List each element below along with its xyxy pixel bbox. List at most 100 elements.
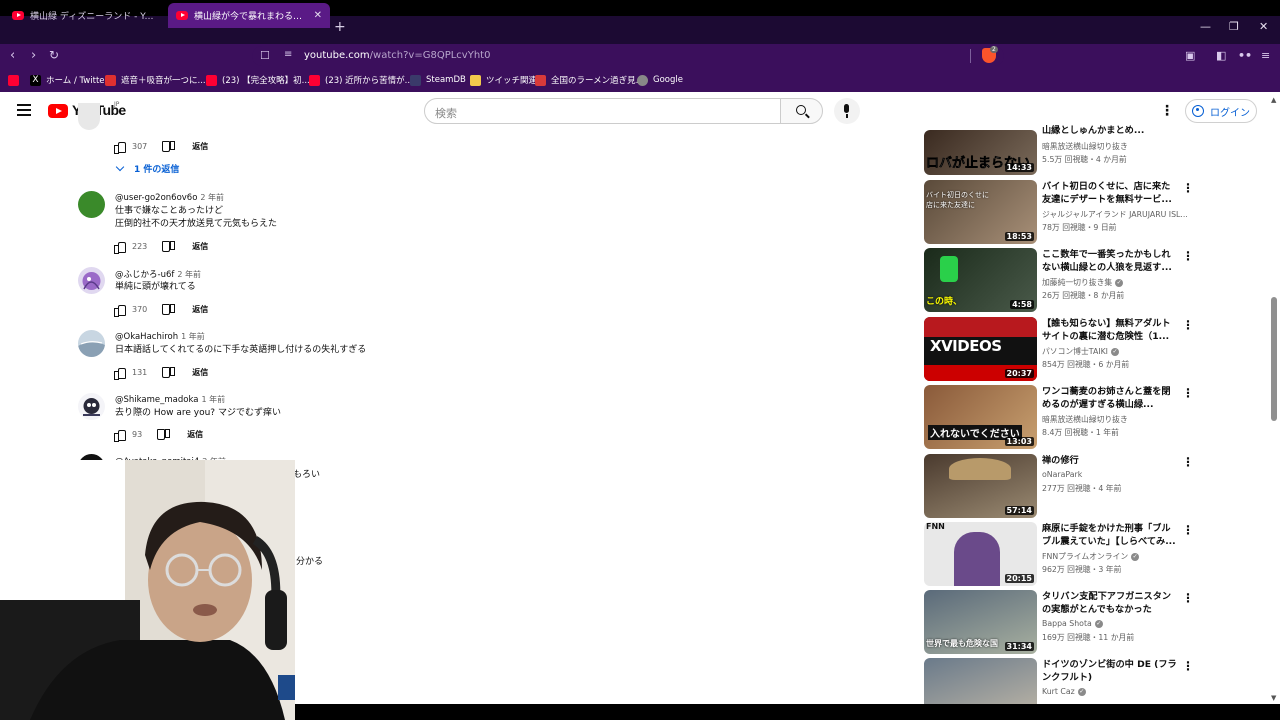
comment-time[interactable]: 1 年前	[181, 332, 205, 341]
bookmark-item[interactable]: (23) 近所から苦情が...	[309, 73, 413, 87]
more-options-icon[interactable]: ⋮	[1182, 456, 1194, 468]
reply-button[interactable]: 返信	[192, 304, 208, 315]
reply-button[interactable]: 返信	[192, 367, 208, 378]
video-title[interactable]: 【誰も知らない】無料アダルトサイトの裏に潜む危険性（1...	[1042, 317, 1178, 343]
more-options-icon[interactable]: ⋮	[1182, 524, 1194, 536]
recommendation-item[interactable]: FNN 20:15 麻原に手錠をかけた刑事「ブルブル震えていた」【しらべてみ..…	[924, 522, 1194, 586]
video-title[interactable]: 山縁としゅんかまとめ...	[1042, 124, 1178, 137]
site-settings-icon[interactable]: ≡	[284, 49, 292, 60]
channel-name[interactable]: 暗黒放送横山緑切り抜き	[1042, 141, 1190, 152]
like-icon[interactable]	[114, 141, 126, 154]
comment-author[interactable]: @Shikame_madoka	[115, 395, 198, 405]
back-icon[interactable]: ‹	[10, 48, 15, 63]
channel-name[interactable]: Bappa Shota ✓	[1042, 619, 1190, 628]
dislike-icon[interactable]	[162, 240, 176, 252]
tab-active[interactable]: 横山緑が今で暴れまわる【2010/03... ✕	[168, 3, 330, 28]
channel-name[interactable]: ジャルジャルアイランド JARUJARU ISL...	[1042, 209, 1190, 220]
video-thumbnail[interactable]: 入れないでください 13:03	[924, 385, 1037, 449]
avatar[interactable]	[78, 267, 105, 294]
close-tab-icon[interactable]: ✕	[314, 10, 322, 21]
scroll-up-icon[interactable]: ▲	[1271, 96, 1276, 104]
reply-button[interactable]: 返信	[192, 241, 208, 252]
login-button[interactable]: ログイン	[1185, 99, 1257, 123]
forward-icon[interactable]: ›	[31, 48, 36, 63]
split-view-icon[interactable]: ◧	[1216, 49, 1226, 62]
comment-time[interactable]: 1 年前	[201, 395, 225, 404]
recommendation-item[interactable]: ロバが止まらない 14:33 山縁としゅんかまとめ... 暗黒放送横山緑切り抜き…	[924, 112, 1194, 175]
video-thumbnail[interactable]: XVIDEOS 20:37	[924, 317, 1037, 381]
bookmark-item[interactable]: SteamDB	[410, 73, 466, 87]
video-title[interactable]: 禅の修行	[1042, 454, 1178, 467]
scrollbar-thumb[interactable]	[1271, 297, 1277, 421]
channel-name[interactable]: Kurt Caz ✓	[1042, 687, 1190, 696]
dislike-icon[interactable]	[162, 303, 176, 315]
like-icon[interactable]	[114, 429, 126, 442]
reload-icon[interactable]: ↻	[49, 48, 59, 62]
more-options-icon[interactable]: ⋮	[1182, 660, 1194, 672]
dislike-icon[interactable]	[162, 140, 176, 152]
recommendation-item[interactable]: 57:14 禅の修行 oNaraPark 277万 回視聴・4 年前 ⋮	[924, 454, 1194, 518]
more-options-icon[interactable]: ⋮	[1182, 319, 1194, 331]
video-title[interactable]: バイト初日のくせに、店に来た友達にデザートを無料サービ...	[1042, 180, 1178, 206]
more-options-icon[interactable]: ⋮	[1182, 592, 1194, 604]
recommendation-item[interactable]: 入れないでください 13:03 ワンコ蕎麦のお姉さんと蓋を閉めるのが遅すぎる横山…	[924, 385, 1194, 449]
video-title[interactable]: 麻原に手錠をかけた刑事「ブルブル震えていた」【しらべてみ...	[1042, 522, 1178, 548]
channel-name[interactable]: 加藤純一切り抜き集 ✓	[1042, 277, 1190, 288]
video-thumbnail[interactable]: FNN 20:15	[924, 522, 1037, 586]
video-thumbnail[interactable]: 57:14	[924, 454, 1037, 518]
more-options-icon[interactable]: ⋮	[1182, 182, 1194, 194]
youtube-logo-icon[interactable]	[48, 104, 68, 118]
new-tab-button[interactable]: +	[334, 19, 346, 35]
bookmark-item[interactable]: X ホーム / Twitter	[30, 73, 108, 87]
recommendation-item[interactable]: 世界で最も危険な国 31:34 タリバン支配下アフガニスタンの実態がとんでもなか…	[924, 590, 1194, 654]
restore-button[interactable]: ❐	[1229, 20, 1239, 33]
like-icon[interactable]	[114, 367, 126, 380]
video-thumbnail[interactable]: バイト初日のくせに店に来た友達に 18:53	[924, 180, 1037, 244]
more-options-icon[interactable]: ⋮	[1182, 387, 1194, 399]
more-options-icon[interactable]: ⋮	[1182, 250, 1194, 262]
comment-author[interactable]: @OkaHachiroh	[115, 332, 178, 342]
recommendation-item[interactable]: XVIDEOS 20:37 【誰も知らない】無料アダルトサイトの裏に潜む危険性（…	[924, 317, 1194, 381]
bookmark-item[interactable]: 遮音＋吸音が一つに...	[105, 73, 206, 87]
channel-name[interactable]: パソコン博士TAIKI ✓	[1042, 346, 1190, 357]
video-thumbnail[interactable]: ロバが止まらない 14:33	[924, 130, 1037, 175]
channel-name[interactable]: 暗黒放送横山緑切り抜き	[1042, 414, 1190, 425]
comment-author[interactable]: @user-go2on6ov6o	[115, 193, 197, 203]
search-button[interactable]	[780, 98, 823, 124]
comment-time[interactable]: 2 年前	[200, 193, 224, 202]
avatar[interactable]	[78, 330, 105, 357]
tab-inactive[interactable]: 横山緑 ディズニーランド - YouTube	[4, 3, 164, 28]
voice-search-icon[interactable]	[834, 98, 860, 124]
video-title[interactable]: ドイツのゾンビ街の中 DE (フランクフルト)	[1042, 658, 1178, 684]
bookmark-item[interactable]: 全国のラーメン過ぎ見...	[535, 73, 644, 87]
scroll-down-icon[interactable]: ▼	[1271, 694, 1276, 702]
bookmark-item[interactable]: Google	[637, 73, 683, 87]
bookmark-item[interactable]	[8, 73, 24, 87]
recommendation-item[interactable]: この時、 4:58 ここ数年で一番笑ったかもしれない横山緑との人狼を見返す...…	[924, 248, 1194, 312]
like-icon[interactable]	[114, 304, 126, 317]
close-window-button[interactable]: ✕	[1259, 20, 1268, 33]
channel-name[interactable]: oNaraPark	[1042, 470, 1190, 479]
video-thumbnail[interactable]: 世界で最も危険な国 31:34	[924, 590, 1037, 654]
bookmark-item[interactable]: (23) 【完全攻略】初...	[206, 73, 310, 87]
avatar[interactable]	[78, 191, 105, 218]
channel-name[interactable]: FNNプライムオンライン ✓	[1042, 551, 1190, 562]
comment-author[interactable]: @ふじかろ-u6f	[115, 270, 174, 280]
video-title[interactable]: ここ数年で一番笑ったかもしれない横山緑との人狼を見返す...	[1042, 248, 1178, 274]
avatar[interactable]	[78, 103, 100, 130]
dislike-icon[interactable]	[162, 366, 176, 378]
show-replies-button[interactable]: 1 件の返信	[115, 162, 179, 175]
recommendation-item[interactable]: バイト初日のくせに店に来た友達に 18:53 バイト初日のくせに、店に来た友達に…	[924, 180, 1194, 244]
sidebar-panel-icon[interactable]: ▣	[1185, 49, 1195, 62]
address-bar[interactable]: ☐ ≡ youtube.com/watch?v=G8QPLcvYht0	[252, 46, 1004, 66]
hamburger-menu-icon[interactable]	[17, 104, 31, 116]
bookmark-icon[interactable]: ☐	[260, 49, 270, 62]
wallet-icon[interactable]: ••	[1238, 49, 1252, 62]
reply-button[interactable]: 返信	[192, 141, 208, 152]
minimize-button[interactable]: —	[1200, 20, 1211, 33]
video-thumbnail[interactable]: この時、 4:58	[924, 248, 1037, 312]
reply-button[interactable]: 返信	[187, 429, 203, 440]
video-title[interactable]: タリバン支配下アフガニスタンの実態がとんでもなかった	[1042, 590, 1178, 616]
like-icon[interactable]	[114, 241, 126, 254]
bookmark-item[interactable]: ツイッチ関連	[470, 73, 537, 87]
